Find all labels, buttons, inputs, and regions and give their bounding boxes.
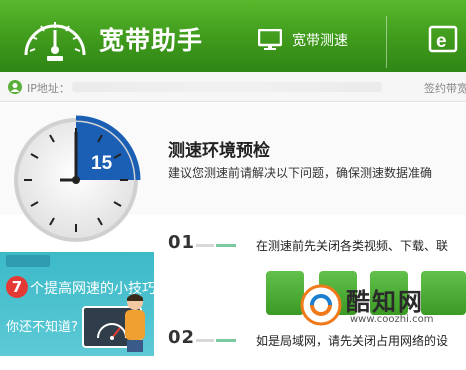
nav-divider <box>386 16 387 68</box>
speed-tips-banner[interactable]: 7 个提高网速的小技巧 你还不知道? <box>0 252 154 356</box>
nav-speed-test-label: 宽带测速 <box>292 33 348 49</box>
user-icon <box>8 80 22 94</box>
app-title: 宽带助手 <box>99 26 204 55</box>
timer-value: 15 <box>91 153 113 174</box>
step-2-line-green <box>216 339 236 342</box>
site-watermark: 酷知网 www.coozhi.com <box>300 280 450 336</box>
timer-clock-icon: 15 <box>14 115 141 242</box>
step-text-1: 在测速前先关闭各类视频、下载、联 <box>256 239 449 253</box>
step-1-line-grey <box>196 244 214 247</box>
speedometer-logo-icon <box>24 22 86 61</box>
watermark-logo-icon <box>300 284 342 326</box>
banner-tag <box>6 255 50 267</box>
precheck-description: 建议您测速前请解决以下问题，确保测速数据准确 <box>168 166 433 180</box>
nav-speed-test[interactable]: 宽带测速 <box>258 0 388 72</box>
person-illustration-icon <box>125 294 145 352</box>
tips-count: 7 <box>6 276 28 298</box>
browser-e-icon: e <box>428 25 458 53</box>
app-tile[interactable] <box>266 271 304 315</box>
nav-browser[interactable]: e <box>428 0 466 72</box>
step-1-line-green <box>216 244 236 247</box>
step-number-2: 02 <box>168 327 196 348</box>
svg-text:e: e <box>436 31 447 52</box>
step-2-line-grey <box>196 339 214 342</box>
ip-address-value-blurred <box>72 82 382 92</box>
tips-subtitle: 你还不知道? <box>6 320 78 335</box>
step-number-1: 01 <box>168 232 196 253</box>
watermark-url: www.coozhi.com <box>350 314 434 325</box>
contract-bandwidth-label: 签约带宽 <box>424 82 466 95</box>
watermark-name: 酷知网 <box>346 288 424 316</box>
ip-info-bar: IP地址： 签约带宽 <box>0 72 466 102</box>
app-header: 宽带助手 宽带测速 e <box>0 0 466 72</box>
ip-address-label: IP地址： <box>27 82 70 95</box>
monitor-icon <box>258 29 282 50</box>
precheck-title: 测速环境预检 <box>168 141 270 161</box>
